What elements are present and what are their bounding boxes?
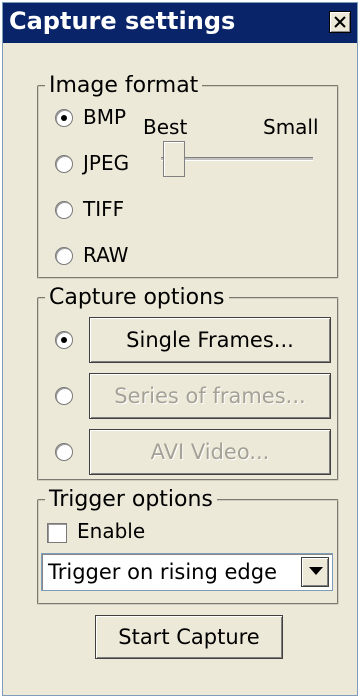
radio-tiff-label: TIFF bbox=[83, 197, 125, 221]
radio-tiff[interactable] bbox=[55, 201, 73, 219]
title-bar[interactable]: Capture settings bbox=[3, 3, 357, 43]
chevron-down-icon bbox=[309, 567, 323, 575]
enable-trigger-label: Enable bbox=[77, 519, 146, 543]
radio-jpeg-label: JPEG bbox=[83, 151, 130, 175]
slider-max-label: Small bbox=[263, 115, 319, 139]
capture-options-legend: Capture options bbox=[45, 285, 229, 310]
slider-min-label: Best bbox=[143, 115, 188, 139]
radio-raw[interactable] bbox=[55, 247, 73, 265]
trigger-options-legend: Trigger options bbox=[45, 487, 217, 512]
enable-trigger-checkbox[interactable] bbox=[47, 523, 67, 543]
single-frames-button[interactable]: Single Frames... bbox=[89, 317, 331, 363]
radio-bmp[interactable] bbox=[55, 109, 73, 127]
radio-avi-video[interactable] bbox=[55, 443, 73, 461]
capture-settings-window: Capture settings Image format BMP JPEG T… bbox=[2, 2, 358, 696]
radio-single-frames[interactable] bbox=[55, 331, 73, 349]
start-capture-button[interactable]: Start Capture bbox=[95, 615, 283, 659]
avi-video-button[interactable]: AVI Video... bbox=[89, 429, 331, 475]
radio-raw-label: RAW bbox=[83, 243, 129, 267]
radio-bmp-label: BMP bbox=[83, 105, 127, 129]
radio-jpeg[interactable] bbox=[55, 155, 73, 173]
series-of-frames-button[interactable]: Series of frames... bbox=[89, 373, 331, 419]
trigger-mode-dropdown-button[interactable] bbox=[301, 557, 329, 587]
close-icon bbox=[334, 16, 346, 28]
trigger-mode-select[interactable]: Trigger on rising edge bbox=[41, 553, 333, 591]
image-format-legend: Image format bbox=[45, 73, 203, 98]
window-title: Capture settings bbox=[9, 7, 236, 35]
quality-slider-thumb[interactable] bbox=[163, 141, 185, 177]
radio-series-of-frames[interactable] bbox=[55, 387, 73, 405]
close-button[interactable] bbox=[329, 11, 351, 33]
trigger-mode-value: Trigger on rising edge bbox=[48, 560, 277, 584]
